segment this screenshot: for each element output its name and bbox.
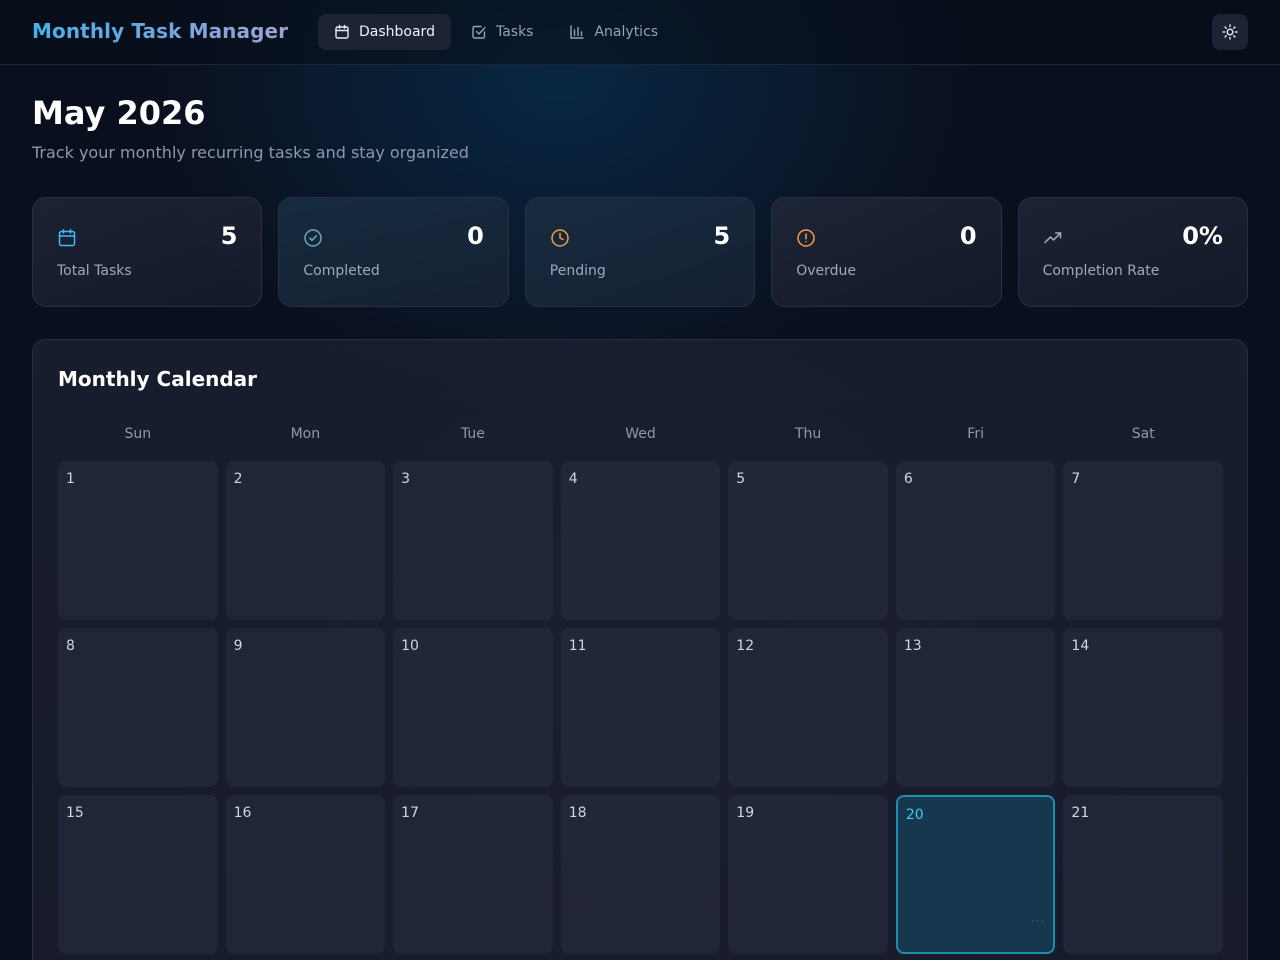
day-number: 7 xyxy=(1071,471,1081,487)
stat-value: 0% xyxy=(1182,222,1223,250)
page-subtitle: Track your monthly recurring tasks and s… xyxy=(32,143,469,162)
bar-chart-icon xyxy=(569,24,585,40)
calendar-day[interactable]: 17 xyxy=(393,795,553,954)
nav-dashboard[interactable]: Dashboard xyxy=(318,14,451,50)
main-nav: Dashboard Tasks Analytics xyxy=(318,14,674,50)
stat-card-total-tasks: 5 Total Tasks xyxy=(32,197,263,307)
clock-icon xyxy=(550,228,570,248)
day-number: 8 xyxy=(66,638,75,654)
stat-card-pending: 5 Pending xyxy=(524,197,756,307)
weekday-label: Sun xyxy=(124,426,152,442)
stat-card-overdue: 0 Overdue xyxy=(771,197,1002,307)
calendar-day[interactable]: 10 xyxy=(393,628,553,787)
stat-label: Total Tasks xyxy=(57,263,132,279)
stat-card-completion-rate: 0% Completion Rate xyxy=(1017,197,1248,307)
day-number: 17 xyxy=(401,805,419,821)
stat-label: Completed xyxy=(303,263,380,279)
calendar-day[interactable]: 8 xyxy=(58,628,218,787)
calendar-day[interactable]: 2 xyxy=(225,461,386,620)
calendar-title: Monthly Calendar xyxy=(58,367,258,391)
day-number: 4 xyxy=(568,471,578,487)
calendar-day[interactable]: 6 xyxy=(895,461,1056,620)
calendar-day[interactable]: 21 xyxy=(1063,795,1223,954)
day-number: 12 xyxy=(736,638,755,654)
stat-label: Completion Rate xyxy=(1042,263,1160,279)
calendar-day[interactable]: 4 xyxy=(560,461,721,620)
calendar-day[interactable]: 19 xyxy=(728,795,888,954)
day-number: 5 xyxy=(736,471,746,487)
day-number: 2 xyxy=(233,471,243,487)
theme-toggle-button[interactable] xyxy=(1212,14,1248,50)
calendar-day[interactable]: 5 xyxy=(728,461,888,620)
day-number: 16 xyxy=(233,805,252,821)
day-number: 10 xyxy=(401,638,419,654)
day-number: 20 xyxy=(905,807,924,823)
calendar-day[interactable]: 3 xyxy=(393,461,553,620)
calendar-day[interactable]: 16 xyxy=(225,795,386,954)
check-circle-icon xyxy=(303,228,323,248)
weekday-label: Wed xyxy=(625,426,656,442)
app-title[interactable]: Monthly Task Manager xyxy=(32,19,288,43)
calendar-day[interactable]: 7 xyxy=(1063,461,1223,620)
page-title: May 2026 xyxy=(32,94,206,132)
weekday-label: Mon xyxy=(290,426,321,442)
stat-value: 5 xyxy=(220,222,238,250)
calendar-panel: Monthly Calendar Sun Mon Tue Wed Thu Fri… xyxy=(32,339,1248,960)
weekday-label: Sat xyxy=(1131,426,1155,442)
day-number: 9 xyxy=(233,638,243,654)
calendar-day[interactable]: 15 xyxy=(58,795,218,954)
stats-row: 5 Total Tasks 0 Completed 5 Pending 0 Ov… xyxy=(32,197,1248,307)
nav-analytics-label: Analytics xyxy=(594,24,659,40)
weekday-header: Sun Mon Tue Wed Thu Fri Sat xyxy=(58,426,1223,442)
day-number: 14 xyxy=(1071,638,1090,654)
trending-up-icon xyxy=(1043,228,1063,248)
calendar-day[interactable]: 12 xyxy=(728,628,888,787)
alert-circle-icon xyxy=(796,228,816,248)
weekday-label: Tue xyxy=(460,426,485,442)
sun-icon xyxy=(1222,24,1238,40)
calendar-day[interactable]: 11 xyxy=(560,628,721,787)
stat-label: Overdue xyxy=(796,263,856,279)
stat-value: 0 xyxy=(467,222,484,250)
day-number: 6 xyxy=(903,471,913,487)
nav-tasks[interactable]: Tasks xyxy=(455,14,550,50)
stat-card-completed: 0 Completed xyxy=(278,197,509,307)
calendar-day[interactable]: 9 xyxy=(225,628,386,787)
calendar-grid: 1 2 3 4 5 6 7 8 9 10 11 12 13 14 15 16 1… xyxy=(58,461,1223,954)
nav-tasks-label: Tasks xyxy=(495,24,534,40)
day-number: 21 xyxy=(1071,805,1090,821)
stat-label: Pending xyxy=(549,263,606,279)
day-number: 11 xyxy=(568,638,587,654)
day-number: 15 xyxy=(66,805,84,821)
nav-dashboard-label: Dashboard xyxy=(359,24,435,40)
calendar-icon xyxy=(57,228,77,248)
day-number: 1 xyxy=(66,471,75,487)
calendar-day[interactable]: 13 xyxy=(895,628,1056,787)
stat-value: 0 xyxy=(959,222,977,250)
checkbox-icon xyxy=(471,24,487,40)
day-number: 18 xyxy=(568,805,587,821)
weekday-label: Fri xyxy=(967,426,984,442)
calendar-day[interactable]: 18 xyxy=(560,795,721,954)
weekday-label: Thu xyxy=(794,426,822,442)
nav-analytics[interactable]: Analytics xyxy=(553,14,674,50)
top-navigation-bar: Monthly Task Manager Dashboard Tasks Ana… xyxy=(0,0,1280,65)
stat-value: 5 xyxy=(713,222,731,250)
calendar-day[interactable]: 14 xyxy=(1063,628,1223,787)
day-number: 13 xyxy=(903,638,922,654)
calendar-day[interactable]: 1 xyxy=(58,461,218,620)
calendar-day-today[interactable]: 20 ··· xyxy=(895,795,1056,954)
day-number: 19 xyxy=(736,805,755,821)
calendar-icon xyxy=(334,24,350,40)
more-dots-icon: ··· xyxy=(1030,914,1046,928)
day-number: 3 xyxy=(401,471,411,487)
